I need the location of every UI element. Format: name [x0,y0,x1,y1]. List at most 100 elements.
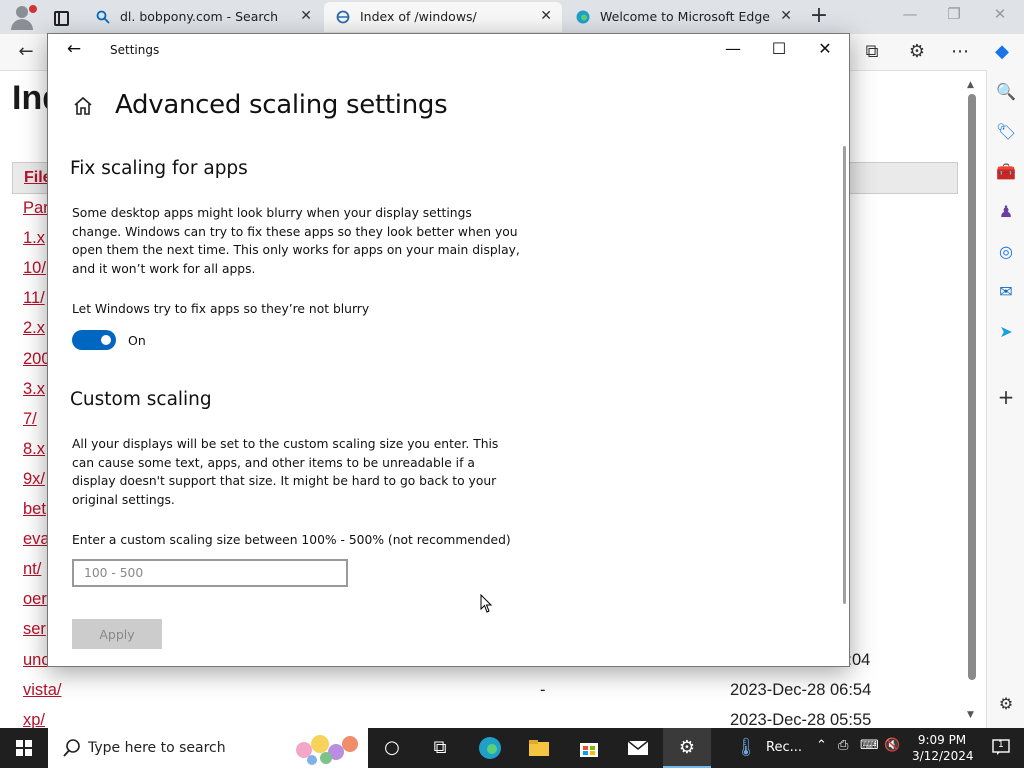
taskbar-search-box[interactable]: Type here to search [48,728,368,768]
close-tab-icon[interactable]: ✕ [300,8,312,24]
custom-scaling-description: All your displays will be set to the cus… [72,437,499,507]
tab-actions-icon[interactable] [48,6,72,28]
scroll-down-arrow-icon[interactable]: ▼ [967,710,974,720]
search-icon [63,739,80,757]
flowers-decoration-icon [296,735,358,765]
tab-index-windows[interactable]: Index of /windows/ ✕ [324,2,562,32]
file-date: 2023-Dec-28 05:55 [730,710,872,728]
ie-page-icon [336,10,350,24]
file-link[interactable]: ser [23,620,46,639]
system-clock[interactable]: 9:09 PM 3/12/2024 [912,732,974,764]
more-options-icon[interactable]: ⋯ [948,40,972,64]
outlook-icon[interactable]: ✉ [994,280,1018,304]
file-link[interactable]: 11/ [23,289,45,308]
file-link[interactable]: bet [23,500,46,519]
maximize-icon[interactable]: ☐ [764,38,794,60]
file-link[interactable]: 7/ [23,410,37,429]
fix-apps-toggle-label: Let Windows try to fix apps so they’re n… [72,302,370,316]
tab-title: dl. bobpony.com - Search [120,9,279,24]
file-link[interactable]: Par [23,199,49,218]
file-link[interactable]: 1.x [23,229,45,248]
mouse-cursor-icon [480,594,493,613]
close-tab-icon[interactable]: ✕ [780,8,792,24]
new-tab-button[interactable]: + [808,5,830,28]
network-adapter-icon[interactable]: ⎙ [838,738,848,753]
scaling-input-label: Enter a custom scaling size between 100%… [72,533,511,547]
edge-taskbar-icon[interactable] [478,736,502,760]
tab-welcome-edge[interactable]: Welcome to Microsoft Edge ✕ [564,2,802,32]
custom-scaling-input[interactable] [72,559,348,587]
table-row: xp/2023-Dec-28 05:55 [12,705,956,728]
cortana-icon[interactable]: ○ [380,736,404,760]
browser-restore-icon[interactable]: ❐ [942,5,966,23]
search-icon [96,10,110,24]
shopping-tag-icon[interactable]: 🏷 [994,120,1018,144]
running-app-label[interactable]: Rec... [766,740,802,755]
close-tab-icon[interactable]: ✕ [540,8,552,24]
notification-count: 1 [998,740,1004,750]
browser-close-icon[interactable]: ✕ [988,5,1012,23]
file-link[interactable]: 3.x [23,380,45,399]
file-explorer-icon[interactable] [527,736,551,760]
notifications-icon[interactable]: 1 [992,738,1010,756]
toggle-state-label: On [128,333,146,348]
file-link[interactable]: 2.x [23,319,45,338]
games-icon[interactable]: ♟ [994,200,1018,224]
store-icon[interactable] [577,736,601,760]
scroll-up-arrow-icon[interactable]: ▲ [967,80,974,90]
page-scrollbar[interactable]: ▲ ▼ [964,80,980,720]
settings-titlebar: ← Settings — ☐ ✕ [48,34,849,66]
collections-icon[interactable]: ⧉ [860,40,884,64]
copilot-icon[interactable]: ◆ [990,40,1014,64]
thermometer-app-icon[interactable]: 🌡 [734,736,758,760]
back-arrow-icon[interactable]: ← [14,40,38,64]
file-link[interactable]: oer [23,590,47,609]
back-arrow-icon[interactable]: ← [64,39,84,59]
tab-title: Index of /windows/ [360,9,477,24]
edge-sidebar: 🔍 🏷 🧰 ♟ ◎ ✉ ➤ + ⚙ [986,70,1024,728]
tools-icon[interactable]: 🧰 [994,160,1018,184]
file-link[interactable]: 9x/ [23,470,45,489]
file-link[interactable]: xp/ [23,711,45,728]
drop-icon[interactable]: ➤ [994,320,1018,344]
file-link[interactable]: 10/ [23,259,46,278]
profile-avatar-icon[interactable] [8,4,38,30]
add-sidebar-app-icon[interactable]: + [994,385,1018,409]
task-view-icon[interactable]: ⧉ [428,736,452,760]
settings-taskbar-button[interactable]: ⚙ [663,728,711,768]
settings-scrollbar[interactable] [843,146,846,604]
mail-icon[interactable] [626,736,650,760]
file-link[interactable]: vista/ [23,681,62,700]
browser-tab-strip: dl. bobpony.com - Search ✕ Index of /win… [0,0,1024,34]
office-icon[interactable]: ◎ [994,240,1018,264]
sidebar-settings-icon[interactable]: ⚙ [994,692,1018,716]
table-row: vista/ - 2023-Dec-28 06:54 [12,675,956,705]
search-placeholder: Type here to search [88,740,226,756]
windows-start-icon[interactable] [0,728,48,768]
home-icon[interactable] [72,95,94,117]
file-link[interactable]: eva [23,530,50,549]
scrollbar-thumb[interactable] [968,94,976,680]
page-title: Advanced scaling settings [115,90,448,120]
custom-scaling-heading: Custom scaling [70,389,212,410]
settings-gear-icon: ⚙ [678,737,696,758]
fix-scaling-heading: Fix scaling for apps [70,158,248,179]
close-icon[interactable]: ✕ [810,38,840,60]
search-icon[interactable]: 🔍 [994,80,1018,104]
apply-button[interactable]: Apply [72,619,162,649]
browser-minimize-icon[interactable]: — [898,5,922,23]
taskbar: Type here to search ○ ⧉ ⚙ 🌡 Rec... ⌃ ⎙ ⌨… [0,728,1024,768]
file-link[interactable]: nt/ [23,560,41,579]
show-hidden-icons-icon[interactable]: ⌃ [816,738,827,753]
fix-scaling-description: Some desktop apps might look blurry when… [72,206,520,276]
volume-muted-icon[interactable]: 🔇 [884,738,900,753]
extensions-icon[interactable]: ⚙ [905,40,929,64]
minimize-icon[interactable]: — [718,38,748,60]
file-link[interactable]: 8.x [23,440,45,459]
tab-title: Welcome to Microsoft Edge [600,9,770,24]
tab-search[interactable]: dl. bobpony.com - Search ✕ [84,2,322,32]
file-size: - [540,680,546,699]
network-icon[interactable]: ⌨ [860,738,879,753]
fix-apps-toggle[interactable] [72,330,116,350]
clock-date: 3/12/2024 [912,749,974,763]
